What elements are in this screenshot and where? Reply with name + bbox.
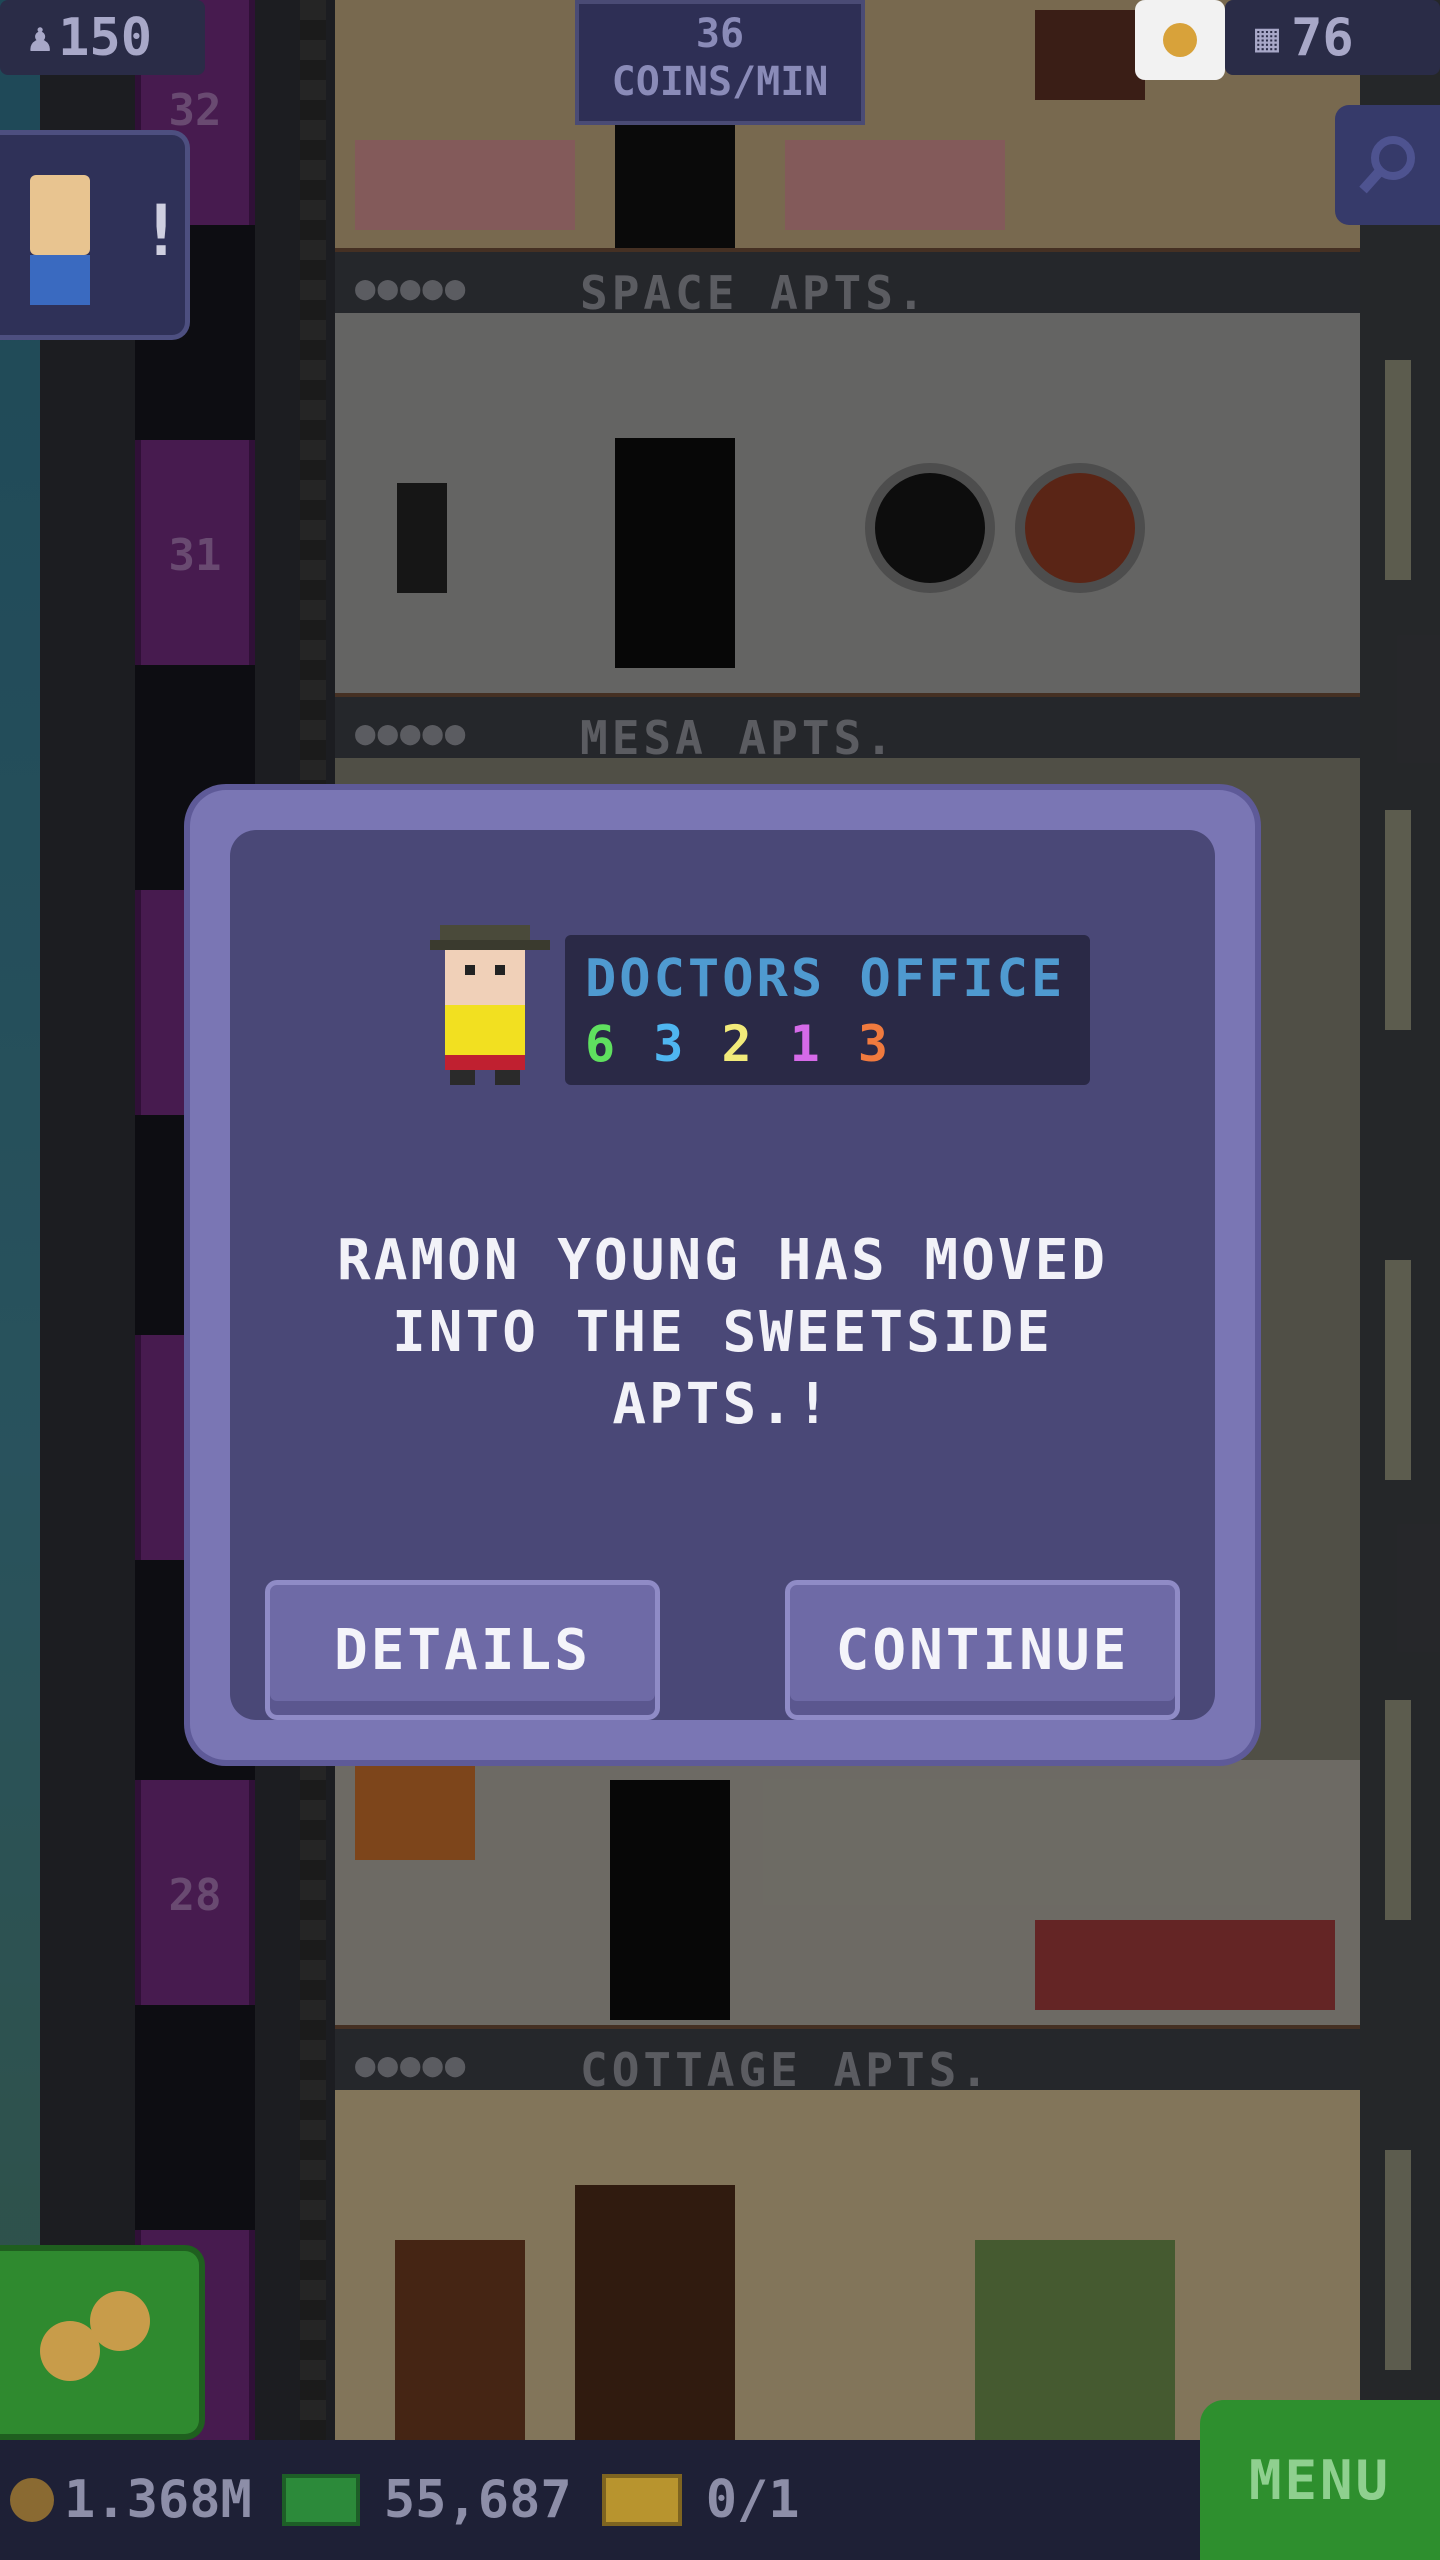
- code-digit: 2: [721, 1015, 756, 1073]
- coin-bubble-icon[interactable]: [1135, 0, 1225, 80]
- coins-shortcut-button[interactable]: [0, 2245, 205, 2440]
- bux-value: 55,687: [383, 2470, 572, 2530]
- coins-per-min-value: 36: [695, 11, 745, 57]
- bux-icon: [281, 2474, 360, 2526]
- continue-label: CONTINUE: [835, 1617, 1130, 1683]
- coins-balance[interactable]: 1.368M: [10, 2470, 252, 2530]
- dream-job-code: 6 3 2 1 3: [585, 1015, 892, 1073]
- floors-value: 76: [1291, 7, 1354, 68]
- visitor-body: [30, 255, 90, 305]
- ticket-icon: [601, 2474, 682, 2526]
- code-digit: 6: [585, 1015, 620, 1073]
- continue-button[interactable]: CONTINUE: [785, 1580, 1180, 1720]
- menu-label: MENU: [1248, 2448, 1392, 2512]
- coins-per-min-label: COINS/MIN: [611, 59, 829, 105]
- coins-per-min-display[interactable]: 36 COINS/MIN: [575, 0, 865, 125]
- move-in-dialog: DOCTORS OFFICE 6 3 2 1 3 RAMON YOUNG HAS…: [190, 790, 1255, 1760]
- magnifier-icon: [1358, 136, 1415, 194]
- coin-stack-icon: [90, 2291, 150, 2351]
- floors-counter[interactable]: ▦ 76: [1225, 0, 1440, 75]
- visitor-avatar: [30, 175, 90, 255]
- resident-avatar-icon: [430, 925, 550, 1085]
- person-icon: ♟: [28, 14, 53, 61]
- code-digit: 3: [857, 1015, 892, 1073]
- code-digit: 1: [789, 1015, 824, 1073]
- tickets-balance[interactable]: 0/1: [601, 2470, 800, 2530]
- menu-button[interactable]: MENU: [1200, 2400, 1440, 2560]
- search-button[interactable]: [1335, 105, 1440, 225]
- business-panel: DOCTORS OFFICE 6 3 2 1 3: [565, 935, 1090, 1085]
- population-counter[interactable]: ♟ 150: [0, 0, 205, 75]
- details-button[interactable]: DETAILS: [265, 1580, 660, 1720]
- tickets-value: 0/1: [705, 2470, 800, 2530]
- code-digit: 3: [653, 1015, 688, 1073]
- coin-icon: [10, 2478, 54, 2522]
- population-value: 150: [58, 7, 153, 68]
- details-label: DETAILS: [333, 1617, 591, 1683]
- visitor-alert: !: [140, 190, 183, 272]
- coins-value: 1.368M: [64, 2470, 252, 2530]
- dialog-message: RAMON YOUNG HAS MOVED INTO THE SWEETSIDE…: [336, 1228, 1108, 1437]
- building-icon: ▦: [1255, 14, 1280, 61]
- bux-balance[interactable]: 55,687: [281, 2470, 572, 2530]
- visitor-card[interactable]: !: [0, 130, 190, 340]
- dialog-panel: DOCTORS OFFICE 6 3 2 1 3 RAMON YOUNG HAS…: [230, 830, 1215, 1720]
- business-name: DOCTORS OFFICE: [585, 949, 1066, 1009]
